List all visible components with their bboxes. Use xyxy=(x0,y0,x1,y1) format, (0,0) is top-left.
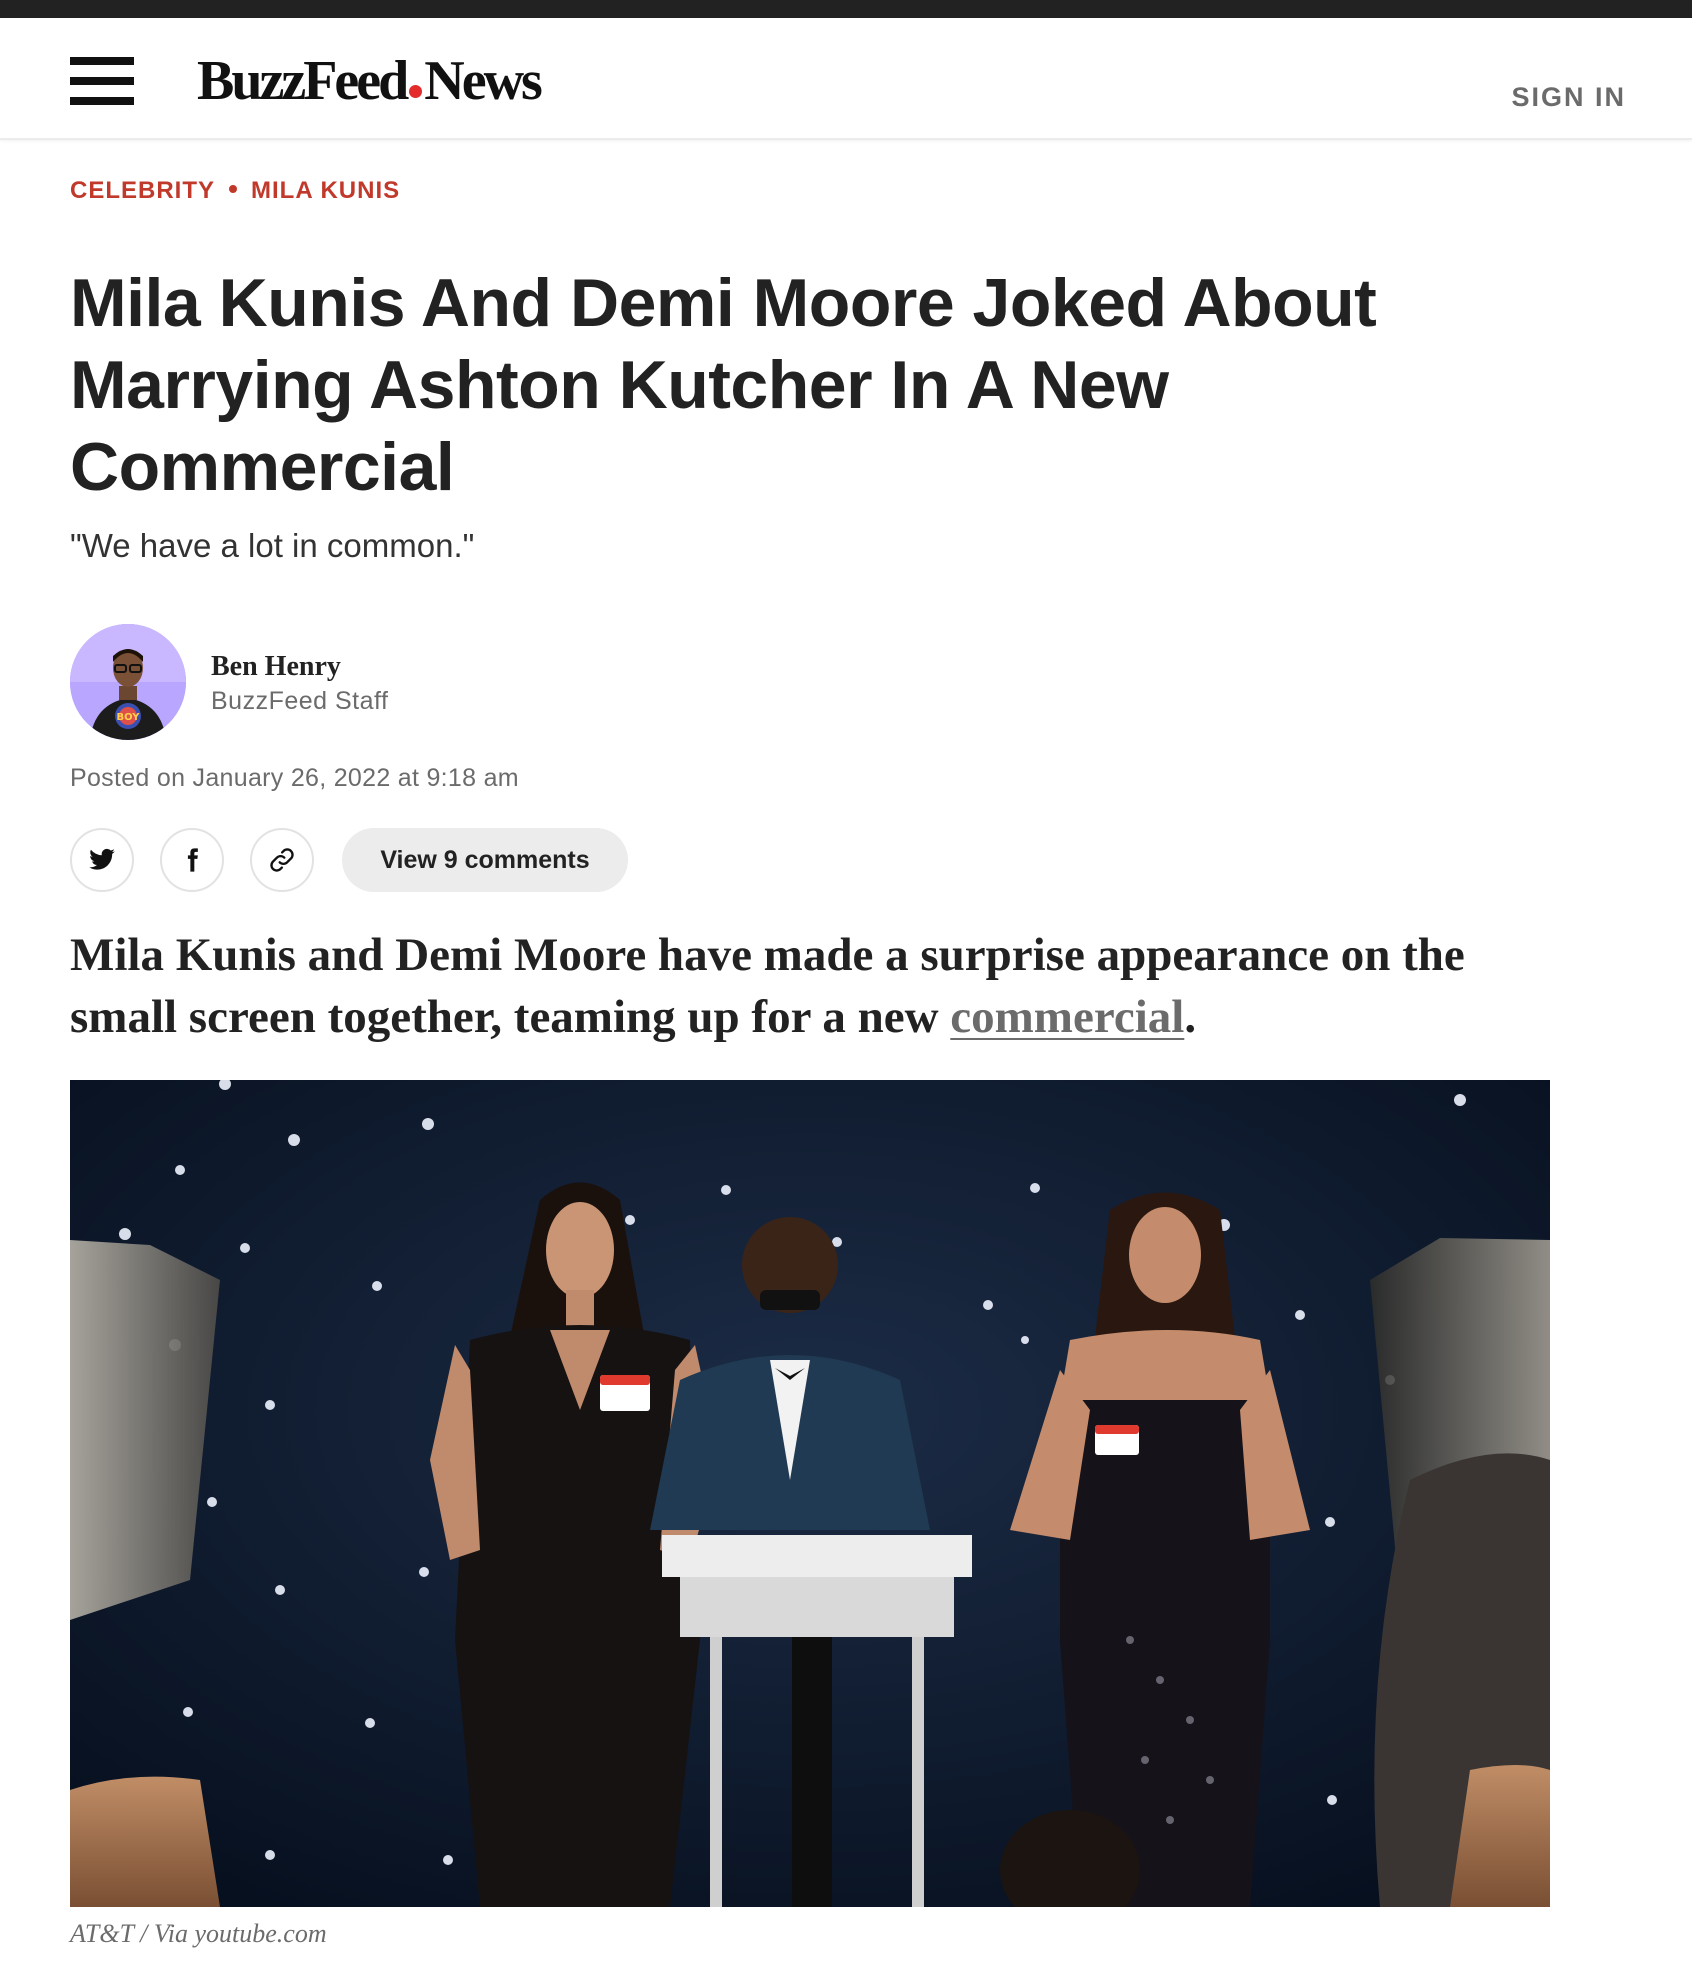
author-role: BuzzFeed Staff xyxy=(211,687,389,715)
article-image xyxy=(70,1080,1550,1907)
lede-text: Mila Kunis and Demi Moore have made a su… xyxy=(70,929,1465,1043)
share-facebook-button[interactable] xyxy=(160,828,224,892)
posted-timestamp: Posted on January 26, 2022 at 9:18 am xyxy=(70,764,519,792)
lede-end: . xyxy=(1184,991,1197,1043)
svg-text:BOY: BOY xyxy=(116,712,140,723)
logo-buzzfeed: BuzzFeed xyxy=(197,50,409,112)
image-caption: AT&T / Via youtube.com xyxy=(70,1919,327,1948)
facebook-icon xyxy=(187,848,198,872)
copy-link-button[interactable] xyxy=(250,828,314,892)
menu-icon[interactable] xyxy=(70,57,134,105)
logo-news: News xyxy=(424,50,543,112)
logo-dot-icon xyxy=(409,85,423,98)
article-lede: Mila Kunis and Demi Moore have made a su… xyxy=(70,924,1570,1048)
view-comments-button[interactable]: View 9 comments xyxy=(342,828,628,892)
top-accent-bar xyxy=(0,0,1692,18)
bullet-separator-icon xyxy=(229,185,238,193)
commercial-still xyxy=(70,1080,1550,1907)
breadcrumb-item-celebrity[interactable]: CELEBRITY xyxy=(70,177,215,204)
article-headline: Mila Kunis And Demi Moore Joked About Ma… xyxy=(70,265,1377,505)
breadcrumb-item-mila-kunis[interactable]: MILA KUNIS xyxy=(251,177,400,204)
share-twitter-button[interactable] xyxy=(70,828,134,892)
site-logo[interactable]: BuzzFeed News xyxy=(197,48,543,114)
commercial-link[interactable]: commercial xyxy=(950,991,1184,1043)
author-name[interactable]: Ben Henry xyxy=(211,651,341,683)
twitter-icon xyxy=(89,848,115,870)
sign-in-button[interactable]: SIGN IN xyxy=(1511,82,1626,113)
site-header: BuzzFeed News SIGN IN xyxy=(0,18,1692,140)
author-photo: BOY xyxy=(70,624,186,740)
author-avatar[interactable]: BOY xyxy=(70,624,186,740)
breadcrumb: CELEBRITY MILA KUNIS xyxy=(70,177,400,205)
article-dek: "We have a lot in common." xyxy=(70,527,475,564)
link-icon xyxy=(270,848,294,872)
